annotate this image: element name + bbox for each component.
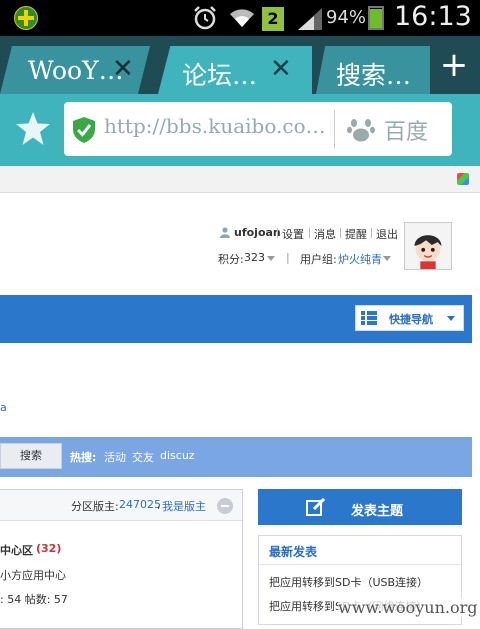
tab-label: WooY… <box>28 56 124 85</box>
page-extension-icon[interactable] <box>457 173 469 185</box>
divider <box>309 228 310 238</box>
divider <box>371 228 372 238</box>
sim-icon: 2 <box>262 7 284 31</box>
usergroup-label: 用户组: <box>300 253 337 266</box>
divider <box>277 228 278 238</box>
collapse-icon[interactable] <box>217 498 233 514</box>
close-icon[interactable]: ✕ <box>270 54 292 84</box>
reminders-link[interactable]: 提醒 <box>345 226 367 242</box>
settings-link[interactable]: 设置 <box>282 226 304 242</box>
chevron-down-icon[interactable] <box>383 256 391 261</box>
logout-link[interactable]: 退出 <box>376 226 398 242</box>
usergroup-value[interactable]: 炉火纯青 <box>338 251 382 267</box>
tab-label: 搜索… <box>336 61 412 90</box>
watermark: www.wooyun.org <box>338 598 478 617</box>
url-text[interactable]: http://bbs.kuaibo.co… <box>104 114 326 138</box>
app-notification-icon <box>14 6 38 30</box>
tab-search[interactable]: 搜索… <box>316 46 430 94</box>
hot-search-label: 热搜: <box>70 451 97 464</box>
page-top-strip <box>0 166 480 193</box>
apply-moderator-link[interactable]: 我是版主 <box>162 498 206 514</box>
moderators-label: 分区版主: <box>71 500 119 513</box>
hot-search-item[interactable]: 交友 <box>132 449 154 465</box>
tab-wooyun[interactable]: WooY… ✕ <box>0 46 150 94</box>
battery-icon <box>368 6 384 30</box>
tab-label: 论坛… <box>182 61 258 90</box>
tab-forum[interactable]: 论坛… ✕ <box>158 46 312 94</box>
alarm-icon <box>194 6 216 30</box>
username-link[interactable]: ufojoan <box>234 226 281 239</box>
divider <box>334 110 335 148</box>
list-icon <box>361 311 377 325</box>
points-value[interactable]: 323 <box>244 251 265 264</box>
divider <box>340 228 341 238</box>
forum-description: 小方应用中心 <box>0 569 66 582</box>
truncated-link[interactable]: a <box>0 401 7 414</box>
search-engine-label[interactable]: 百度 <box>384 114 428 146</box>
new-tab-button[interactable]: + <box>434 46 474 86</box>
wifi-icon <box>230 9 254 27</box>
secure-shield-icon <box>73 117 95 143</box>
chevron-down-icon[interactable] <box>267 256 275 261</box>
latest-posts-title: 最新发表 <box>269 545 318 559</box>
search-button[interactable]: 搜索 <box>0 443 62 469</box>
caret-down-icon <box>447 316 455 321</box>
separator: , <box>157 498 161 511</box>
forum-stats: : 54 帖数: 57 <box>0 593 68 606</box>
latest-post-link[interactable]: 把应用转移到SD卡（USB连接） <box>269 574 428 590</box>
forum-name[interactable]: 中心区 <box>0 542 33 558</box>
separator: | <box>286 251 290 264</box>
quick-nav-label: 快捷导航 <box>389 313 433 326</box>
hot-search-item[interactable]: discuz <box>160 449 195 462</box>
forum-new-count: (32) <box>36 542 62 555</box>
baidu-paw-icon[interactable] <box>346 114 376 144</box>
divider <box>259 564 461 565</box>
points-label: 积分: <box>218 253 244 266</box>
signal-icon <box>298 8 322 30</box>
moderator-link[interactable]: 247025 <box>119 498 161 511</box>
edit-icon <box>306 498 326 516</box>
user-icon <box>220 227 230 238</box>
messages-link[interactable]: 消息 <box>314 226 336 242</box>
avatar[interactable] <box>404 222 452 270</box>
new-thread-label: 发表主题 <box>351 504 404 519</box>
hot-search-item[interactable]: 活动 <box>104 449 126 465</box>
battery-percent: 94% <box>326 7 367 28</box>
clock: 16:13 <box>394 1 472 32</box>
bookmark-star-icon[interactable] <box>14 110 52 148</box>
close-icon[interactable]: ✕ <box>112 54 134 84</box>
